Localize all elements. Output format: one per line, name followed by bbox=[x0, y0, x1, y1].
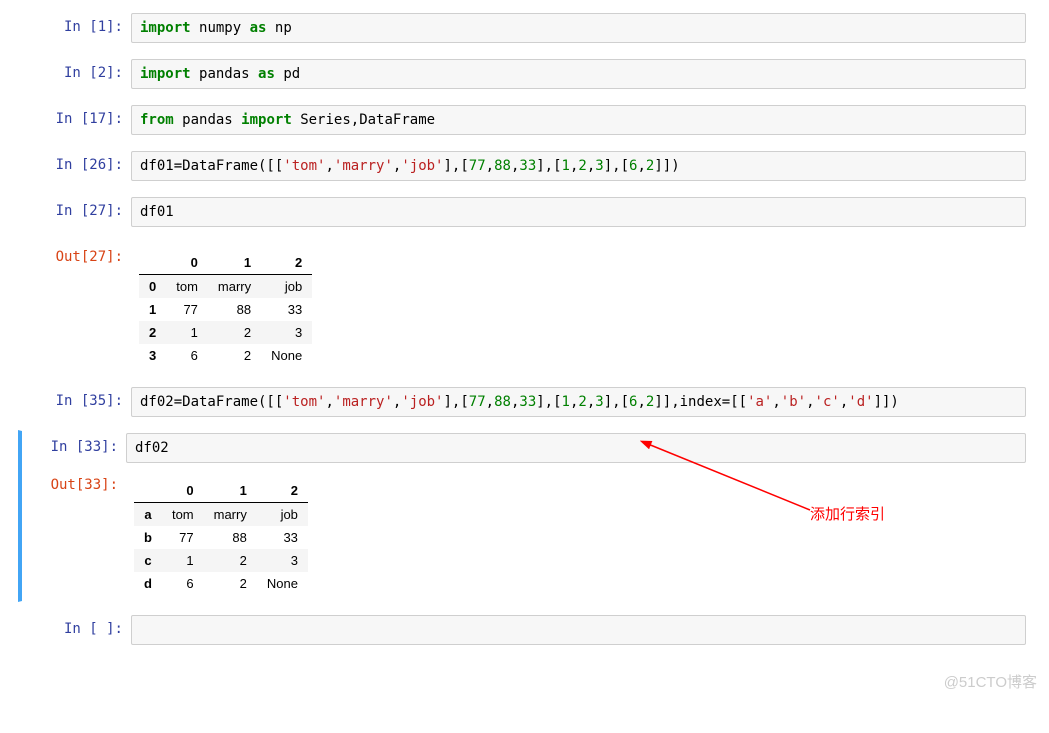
col-head: 2 bbox=[261, 251, 312, 275]
dataframe-table: 0 1 2 0tommarryjob 1778833 2123 362None bbox=[139, 251, 312, 367]
row-idx: 1 bbox=[139, 298, 166, 321]
dataframe-output: 0 1 2 atommarryjob b778833 c123 d62None bbox=[126, 471, 1026, 599]
in-prompt: In [35]: bbox=[23, 387, 131, 409]
annotation-text: 添加行索引 bbox=[810, 503, 885, 524]
in-prompt: In [26]: bbox=[23, 151, 131, 173]
in-prompt: In [1]: bbox=[23, 13, 131, 35]
in-prompt: In [33]: bbox=[22, 433, 126, 455]
module: numpy bbox=[199, 20, 241, 36]
dataframe-table: 0 1 2 atommarryjob b778833 c123 d62None bbox=[134, 479, 308, 595]
col-head: 1 bbox=[208, 251, 261, 275]
kw-as: as bbox=[250, 20, 267, 36]
cell-5: In [27]: df01 bbox=[20, 194, 1029, 230]
cell-3: In [17]: from pandas import Series,DataF… bbox=[20, 102, 1029, 138]
cell-empty: In [ ]: bbox=[20, 612, 1029, 648]
row-idx: 3 bbox=[139, 344, 166, 367]
row-idx: c bbox=[134, 549, 162, 572]
cell-2: In [2]: import pandas as pd bbox=[20, 56, 1029, 92]
cell-7: In [35]: df02=DataFrame([['tom','marry',… bbox=[20, 384, 1029, 420]
code-input[interactable]: import numpy as np bbox=[131, 13, 1026, 43]
row-idx: d bbox=[134, 572, 162, 595]
kw-import: import bbox=[140, 20, 191, 36]
watermark: @51CTO博客 bbox=[944, 671, 1037, 692]
code-input[interactable]: import pandas as pd bbox=[131, 59, 1026, 89]
in-prompt: In [17]: bbox=[23, 105, 131, 127]
in-prompt: In [27]: bbox=[23, 197, 131, 219]
cell-4: In [26]: df01=DataFrame([['tom','marry',… bbox=[20, 148, 1029, 184]
row-idx: b bbox=[134, 526, 162, 549]
out-prompt: Out[27]: bbox=[23, 243, 131, 265]
col-head: 1 bbox=[204, 479, 257, 503]
row-idx: 0 bbox=[139, 275, 166, 299]
out-prompt: Out[33]: bbox=[22, 471, 126, 493]
row-idx: a bbox=[134, 503, 162, 527]
code-input[interactable]: df01=DataFrame([['tom','marry','job'],[7… bbox=[131, 151, 1026, 181]
code-input[interactable] bbox=[131, 615, 1026, 645]
in-prompt: In [ ]: bbox=[23, 615, 131, 637]
row-idx: 2 bbox=[139, 321, 166, 344]
cell-5-output: Out[27]: 0 1 2 0tommarryjob 1778833 2123… bbox=[20, 240, 1029, 374]
in-prompt: In [2]: bbox=[23, 59, 131, 81]
col-head: 0 bbox=[166, 251, 208, 275]
code-input[interactable]: df02=DataFrame([['tom','marry','job'],[7… bbox=[131, 387, 1026, 417]
dataframe-output: 0 1 2 0tommarryjob 1778833 2123 362None bbox=[131, 243, 1026, 371]
alias: np bbox=[275, 20, 292, 36]
code-input[interactable]: df02 bbox=[126, 433, 1026, 463]
code-input[interactable]: df01 bbox=[131, 197, 1026, 227]
cell-1: In [1]: import numpy as np bbox=[20, 10, 1029, 46]
col-head: 0 bbox=[162, 479, 204, 503]
code-input[interactable]: from pandas import Series,DataFrame bbox=[131, 105, 1026, 135]
col-head: 2 bbox=[257, 479, 308, 503]
